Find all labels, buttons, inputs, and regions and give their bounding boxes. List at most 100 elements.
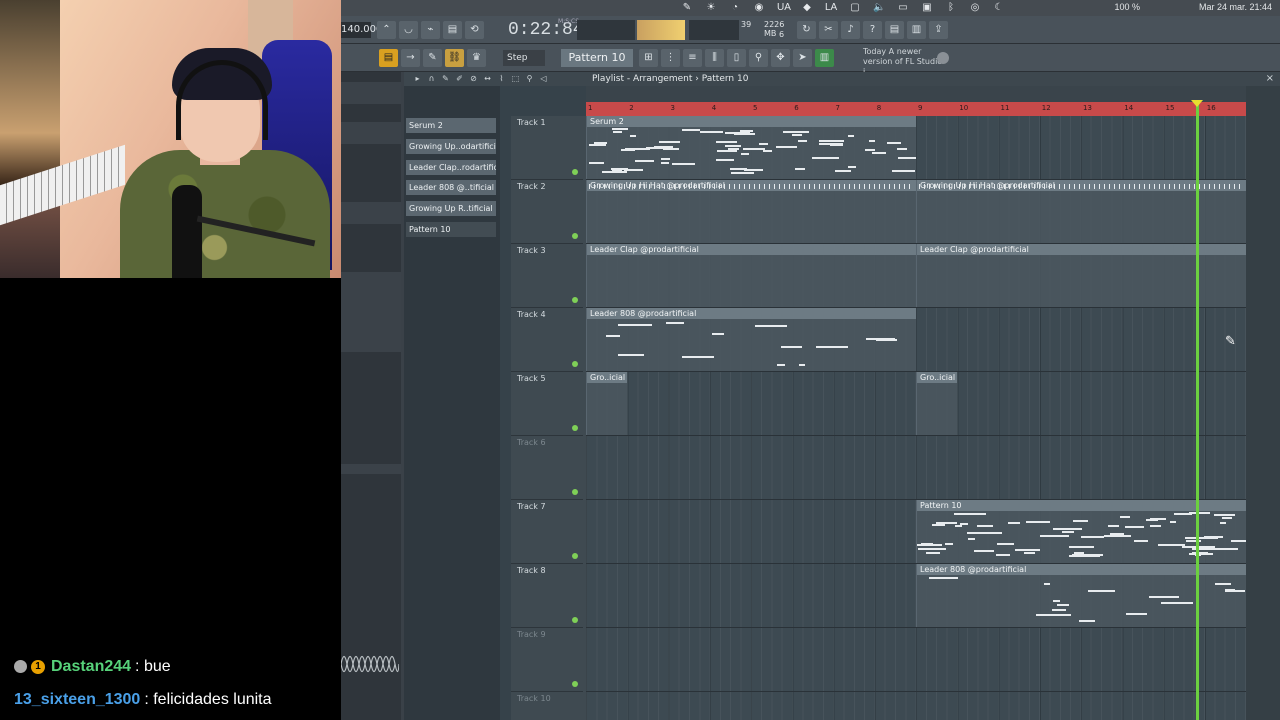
pattern-clip[interactable]: Leader 808 @prodartificial <box>586 308 916 371</box>
slice-icon[interactable]: ⌇ <box>496 73 507 84</box>
stamp-tool-button[interactable]: ♛ <box>467 49 486 67</box>
track-header[interactable]: Track 9 <box>511 628 583 692</box>
diamond-icon[interactable]: ◆ <box>801 2 813 14</box>
track-led-icon[interactable] <box>572 297 578 303</box>
menubar-clock[interactable]: Mar 24 mar. 21:44 <box>1199 2 1272 12</box>
arrow-tool-button[interactable]: → <box>401 49 420 67</box>
track-led-icon[interactable] <box>572 617 578 623</box>
metronome-button[interactable]: ⌃ <box>377 21 396 39</box>
mixer-button[interactable]: ⫼ <box>705 49 724 67</box>
browser-row[interactable] <box>341 202 401 224</box>
browser-row[interactable] <box>341 272 401 352</box>
mute-icon[interactable]: ⊘ <box>468 73 479 84</box>
pencil-icon[interactable]: ✎ <box>440 73 451 84</box>
track-header[interactable]: Track 6 <box>511 436 583 500</box>
track-led-icon[interactable] <box>572 681 578 687</box>
track-header[interactable]: Track 10 <box>511 692 583 720</box>
radio-icon[interactable]: ◎ <box>969 2 981 14</box>
save-button[interactable]: ▤ <box>885 21 904 39</box>
play-arrow-icon[interactable]: ▸ <box>412 73 423 84</box>
tempo-tap-button[interactable]: ✥ <box>771 49 790 67</box>
tempo-display[interactable]: 140.000 <box>341 22 382 38</box>
moon-icon[interactable]: ☾ <box>993 2 1005 14</box>
playlist-mode-button[interactable]: ▤ <box>379 49 398 67</box>
picker-item[interactable]: Pattern 10 <box>406 222 496 237</box>
help-button[interactable]: ? <box>863 21 882 39</box>
select-icon[interactable]: ⬚ <box>510 73 521 84</box>
timer-icon[interactable]: ◔ <box>729 2 741 14</box>
wait-input-button[interactable]: ◡ <box>399 21 418 39</box>
track-header[interactable]: Track 1 <box>511 116 583 180</box>
countdown-button[interactable]: ⌁ <box>421 21 440 39</box>
browser-row[interactable] <box>341 82 401 104</box>
track-header[interactable]: Track 5 <box>511 372 583 436</box>
pattern-selector[interactable]: Pattern 10 <box>561 49 633 67</box>
volume-icon[interactable]: 🔈 <box>873 2 885 14</box>
browser-row[interactable] <box>341 464 401 474</box>
box-icon[interactable]: ▢ <box>849 2 861 14</box>
playback-icon[interactable]: ◁ <box>538 73 549 84</box>
track-led-icon[interactable] <box>572 489 578 495</box>
track-led-icon[interactable] <box>572 425 578 431</box>
export-button[interactable]: ⇪ <box>929 21 948 39</box>
send-button[interactable]: ➤ <box>793 49 812 67</box>
close-icon[interactable]: × <box>1266 72 1274 86</box>
track-led-icon[interactable] <box>572 233 578 239</box>
pattern-clip[interactable]: Leader Clap @prodartificial <box>586 244 916 307</box>
brush-icon[interactable]: ✐ <box>454 73 465 84</box>
ableton-icon[interactable]: ✎ <box>681 2 693 14</box>
magnet-icon[interactable]: ∩ <box>426 73 437 84</box>
picker-item[interactable]: Growing Up R..tificial <box>406 201 496 216</box>
ua-icon[interactable]: UA <box>777 2 791 14</box>
zoom-icon[interactable]: ⚲ <box>524 73 535 84</box>
pattern-clip[interactable]: Growing Up Hi Hat @prodartificial <box>586 180 916 243</box>
channel-rack-button[interactable]: ⋮ <box>661 49 680 67</box>
draw-tool-button[interactable]: ✎ <box>423 49 442 67</box>
news-arrow-icon[interactable] <box>937 52 949 64</box>
playhead[interactable] <box>1196 102 1199 720</box>
overview-bar[interactable] <box>586 86 1246 102</box>
slip-icon[interactable]: ↔ <box>482 73 493 84</box>
cut-button[interactable]: ✂ <box>819 21 838 39</box>
track-header[interactable]: Track 7 <box>511 500 583 564</box>
track-header[interactable]: Track 8 <box>511 564 583 628</box>
battery-status[interactable]: 100 % <box>1114 2 1140 12</box>
steam-icon[interactable]: ◉ <box>753 2 765 14</box>
bluetooth-icon[interactable]: ᛒ <box>945 2 957 14</box>
mic-button[interactable]: ♪ <box>841 21 860 39</box>
piano-roll-button[interactable]: ≡ <box>683 49 702 67</box>
pattern-clip[interactable]: Gro..icial <box>916 372 957 435</box>
picker-item[interactable]: Growing Up..odartificial <box>406 139 496 154</box>
track-led-icon[interactable] <box>572 361 578 367</box>
link-tool-button[interactable]: ⛓ <box>445 49 464 67</box>
la-icon[interactable]: LA <box>825 2 837 14</box>
plugin-button[interactable]: ⚲ <box>749 49 768 67</box>
track-header[interactable]: Track 2 <box>511 180 583 244</box>
snap-selector[interactable]: Step <box>503 50 545 66</box>
picker-item[interactable]: Leader Clap..rodartificial <box>406 160 496 175</box>
track-led-icon[interactable] <box>572 169 578 175</box>
picker-item[interactable]: Serum 2 <box>406 118 496 133</box>
online-button[interactable]: ▥ <box>815 49 834 67</box>
pattern-clip[interactable]: Gro..icial <box>586 372 627 435</box>
timeline-ruler[interactable]: 1234567891011121314151617 <box>586 102 1257 116</box>
track-header[interactable]: Track 3 <box>511 244 583 308</box>
playhead-marker-icon[interactable] <box>1191 100 1203 107</box>
loop-record-button[interactable]: ⟲ <box>465 21 484 39</box>
step-edit-button[interactable]: ▤ <box>443 21 462 39</box>
picker-item[interactable]: Leader 808 @..tificial <box>406 180 496 195</box>
track-header[interactable]: Track 4 <box>511 308 583 372</box>
news-panel[interactable]: Today A newer version of FL Studio i... <box>863 47 943 76</box>
playlist-button[interactable]: ⊞ <box>639 49 658 67</box>
sun-icon[interactable]: ☀ <box>705 2 717 14</box>
undo-button[interactable]: ↻ <box>797 21 816 39</box>
render-button[interactable]: ▥ <box>907 21 926 39</box>
vertical-scrollbar[interactable] <box>1246 86 1280 720</box>
track-led-icon[interactable] <box>572 553 578 559</box>
pattern-clip[interactable]: Serum 2 <box>586 116 916 179</box>
lane-divider <box>586 691 1246 692</box>
screen-icon[interactable]: ▭ <box>897 2 909 14</box>
browser-button[interactable]: ▯ <box>727 49 746 67</box>
browser-row[interactable] <box>341 122 401 144</box>
monitor-icon[interactable]: ▣ <box>921 2 933 14</box>
